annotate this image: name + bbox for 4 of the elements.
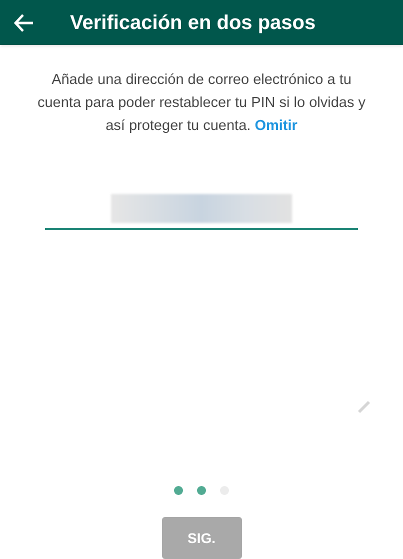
instruction-text: Añade una dirección de correo electrónico a tu cuenta para poder restablecer tu PIN si lo olvidas y así proteger tu cuenta. Omitir bbox=[36, 71, 367, 136]
skip-link[interactable]: Omitir bbox=[254, 118, 298, 134]
back-arrow-icon bbox=[14, 14, 34, 32]
screen-title: Verificación en dos pasos bbox=[70, 10, 316, 36]
